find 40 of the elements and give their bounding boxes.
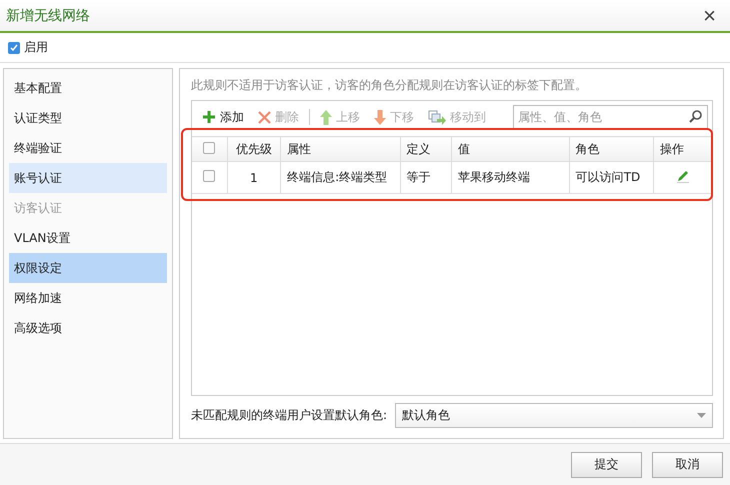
close-button[interactable]: × <box>699 4 720 26</box>
select-all-checkbox[interactable] <box>203 142 216 154</box>
search-field[interactable]: 属性、值、角色 <box>513 105 708 129</box>
sidebar-item[interactable]: 网络加速 <box>9 283 167 313</box>
column-header: 属性 <box>280 136 400 162</box>
column-header: 定义 <box>400 136 452 162</box>
down-arrow-icon <box>374 110 386 124</box>
row-checkbox[interactable] <box>203 170 216 182</box>
notice-text: 此规则不适用于访客认证，访客的角色分配规则在访客认证的标签下配置。 <box>191 77 588 94</box>
default-role-label: 未匹配规则的终端用户设置默认角色: <box>191 407 388 424</box>
sidebar-item[interactable]: 高级选项 <box>9 313 167 343</box>
window-title: 新增无线网络 <box>6 6 90 24</box>
cancel-button[interactable]: 取消 <box>652 452 723 478</box>
search-icon <box>689 110 702 123</box>
table-cell: 终端信息:终端类型 <box>280 162 400 194</box>
table-cell: 苹果移动终端 <box>452 162 570 194</box>
table-cell: 可以访问TD <box>569 162 654 194</box>
column-header: 操作 <box>654 136 712 162</box>
sidebar-item[interactable]: VLAN设置 <box>9 223 167 253</box>
default-role-select[interactable]: 默认角色 <box>395 403 713 428</box>
dropdown-caret-icon <box>697 413 706 418</box>
sidebar-item[interactable]: 终端验证 <box>9 133 167 163</box>
pencil-icon[interactable] <box>676 169 690 183</box>
column-header: 优先级 <box>227 136 281 162</box>
submit-button[interactable]: 提交 <box>571 452 642 478</box>
sidebar-item[interactable]: 基本配置 <box>9 73 167 103</box>
sidebar-item[interactable]: 认证类型 <box>9 103 167 133</box>
toolbar-button[interactable]: 添加 <box>196 108 250 126</box>
enable-label: 启用 <box>24 39 48 56</box>
up-arrow-icon <box>320 110 332 124</box>
table-cell: 1 <box>227 162 281 194</box>
column-header: 值 <box>452 136 570 162</box>
sidebar-item[interactable]: 账号认证 <box>9 163 167 193</box>
move-icon <box>428 110 446 124</box>
sidebar-item[interactable]: 权限设定 <box>9 253 167 283</box>
table-cell: 等于 <box>400 162 452 194</box>
column-header: 角色 <box>569 136 654 162</box>
close-icon <box>258 110 271 124</box>
enable-checkbox[interactable] <box>8 42 20 54</box>
plus-icon <box>202 110 216 124</box>
